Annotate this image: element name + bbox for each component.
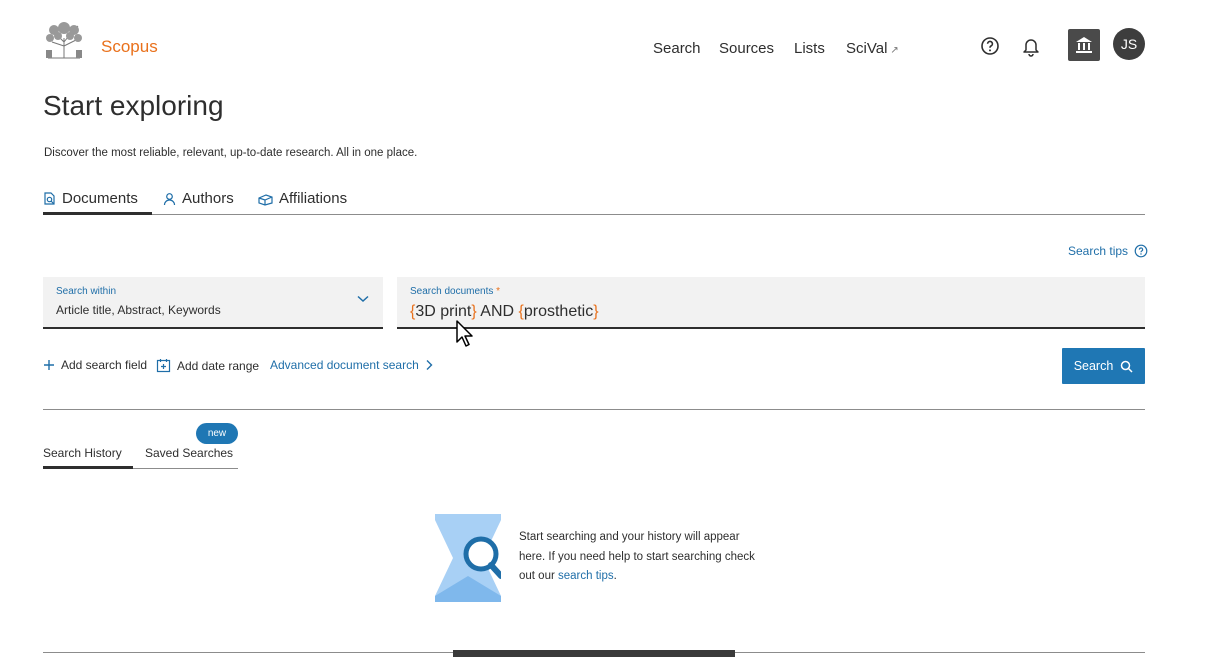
calendar-add-icon xyxy=(156,359,171,373)
add-search-field-label: Add search field xyxy=(61,358,148,372)
add-search-field-button[interactable]: Add search field xyxy=(43,358,147,372)
advanced-search-label: Advanced document search xyxy=(270,358,419,372)
person-icon xyxy=(163,192,176,205)
tab-search-history[interactable]: Search History xyxy=(43,446,122,460)
institution-icon xyxy=(1076,37,1092,53)
search-query[interactable]: {3D print} AND {prosthetic} xyxy=(410,303,599,321)
nav-lists[interactable]: Lists xyxy=(794,40,825,57)
chevron-down-icon xyxy=(357,295,369,303)
external-link-icon: ↗ xyxy=(890,45,899,56)
page-subtitle: Discover the most reliable, relevant, up… xyxy=(44,147,418,159)
mouse-cursor-icon xyxy=(456,320,473,347)
user-avatar[interactable]: JS xyxy=(1113,28,1145,60)
query-operator: AND xyxy=(476,303,519,320)
nav-sources[interactable]: Sources xyxy=(719,40,774,57)
nav-scival[interactable]: SciVal ↗ xyxy=(846,40,899,57)
search-documents-label-text: Search documents xyxy=(410,286,494,297)
search-tips-inline-link[interactable]: search tips xyxy=(558,570,614,582)
tab-saved-searches[interactable]: Saved Searches xyxy=(145,446,233,460)
history-active-indicator xyxy=(43,466,133,469)
hourglass-search-icon xyxy=(435,514,501,602)
query-term-1: 3D print xyxy=(415,303,472,320)
advanced-search-link[interactable]: Advanced document search xyxy=(270,358,433,372)
required-mark: * xyxy=(496,286,501,297)
building-icon xyxy=(258,193,273,206)
elsevier-logo[interactable] xyxy=(42,20,86,60)
history-empty-message: Start searching and your history will ap… xyxy=(519,528,759,587)
tab-documents[interactable]: Documents xyxy=(43,190,138,207)
new-badge: new xyxy=(196,423,238,444)
tab-affiliations-label: Affiliations xyxy=(279,190,348,207)
bottom-scroll-bar[interactable] xyxy=(453,650,735,657)
search-icon xyxy=(1121,360,1133,373)
plus-icon xyxy=(44,360,54,370)
empty-text-part1: Start searching and your history will ap… xyxy=(519,531,755,582)
search-documents-label: Search documents * xyxy=(410,286,500,297)
query-term-2: prosthetic xyxy=(523,303,594,320)
institution-button[interactable] xyxy=(1068,29,1100,61)
document-search-icon xyxy=(44,191,55,205)
search-within-select[interactable]: Search within Article title, Abstract, K… xyxy=(43,277,383,329)
query-brace-close: } xyxy=(593,303,599,320)
tabs-divider xyxy=(43,214,1145,215)
search-tips-link[interactable]: Search tips xyxy=(1068,244,1148,258)
bell-icon[interactable] xyxy=(1020,35,1042,57)
brand-name[interactable]: Scopus xyxy=(101,37,158,57)
tab-affiliations[interactable]: Affiliations xyxy=(258,190,347,207)
section-divider xyxy=(43,409,1145,410)
tab-authors-label: Authors xyxy=(182,190,234,207)
search-button-label: Search xyxy=(1073,359,1114,373)
add-date-range-button[interactable]: Add date range xyxy=(156,358,259,373)
empty-text-part2: . xyxy=(613,570,617,582)
help-icon[interactable] xyxy=(979,35,1001,57)
search-documents-input[interactable]: Search documents * {3D print} AND {prost… xyxy=(397,277,1145,329)
search-button[interactable]: Search xyxy=(1062,348,1145,384)
tab-authors[interactable]: Authors xyxy=(163,190,234,207)
chevron-right-icon xyxy=(426,360,433,370)
page-title: Start exploring xyxy=(43,90,224,121)
nav-search[interactable]: Search xyxy=(653,40,701,57)
add-date-range-label: Add date range xyxy=(177,358,260,373)
help-circle-icon xyxy=(1134,244,1148,258)
active-tab-indicator xyxy=(43,212,152,215)
nav-scival-label: SciVal xyxy=(846,40,888,57)
search-within-value: Article title, Abstract, Keywords xyxy=(56,303,221,317)
search-within-label: Search within xyxy=(56,286,117,297)
tab-documents-label: Documents xyxy=(62,190,138,207)
search-tips-label: Search tips xyxy=(1068,244,1129,258)
